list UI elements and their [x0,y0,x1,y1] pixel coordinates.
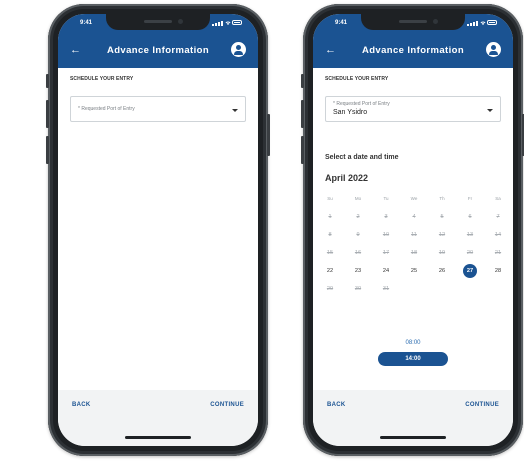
battery-icon [232,20,242,25]
calendar-day: 16 [354,250,362,256]
calendar-day: 6 [468,214,472,220]
calendar-day[interactable]: 24 [377,264,395,278]
wifi-icon [480,21,486,25]
calendar-week-row: 15 16 17 18 19 20 21 [321,246,507,260]
calendar-week-row: 29 30 31 [321,282,507,296]
battery-icon [487,20,497,25]
calendar-day-selected[interactable]: 27 [463,264,477,278]
continue-button[interactable]: CONTINUE [210,402,244,408]
page-title: Advance Information [361,45,465,56]
chevron-down-icon [232,109,238,112]
calendar-day: 17 [382,250,390,256]
time-slot[interactable]: 08:00 [405,340,420,346]
weekday-label: We [410,196,418,201]
calendar-day: 9 [356,232,360,238]
time-slot-selected[interactable]: 14:00 [378,352,448,366]
mute-switch [46,74,49,88]
calendar-day: 21 [494,250,502,256]
section-label: SCHEDULE YOUR ENTRY [325,76,389,82]
power-button [267,114,270,156]
volume-down-button [46,136,49,164]
calendar-week-row: 1 2 3 4 5 6 7 [321,210,507,224]
calendar-day: 2 [356,214,360,220]
calendar-week-row: 8 9 10 11 12 13 14 [321,228,507,242]
calendar-day[interactable]: 22 [321,264,339,278]
calendar-day: 20 [466,250,474,256]
weekday-label: Tu [383,196,389,201]
calendar-day[interactable]: 28 [489,264,507,278]
footer-bar: BACK CONTINUE [313,390,513,446]
port-of-entry-placeholder: * Requested Port of Entry [333,101,390,107]
calendar-day: 31 [382,286,390,292]
status-icons [467,20,497,26]
calendar-day: 4 [412,214,416,220]
calendar-day[interactable]: 25 [405,264,423,278]
weekday-label: Th [439,196,445,201]
calendar-day: 19 [438,250,446,256]
calendar-day: 18 [410,250,418,256]
notch [106,14,210,30]
port-of-entry-select[interactable]: * Requested Port of Entry San Ysidro [325,96,501,122]
back-button[interactable]: BACK [327,402,346,408]
calendar-day: 10 [382,232,390,238]
date-time-heading: Select a date and time [325,154,399,161]
back-button[interactable]: BACK [72,402,91,408]
phone-left: 9:41 ← Advance Information SCHEDULE YOUR… [46,4,270,456]
app-header: 9:41 ← Advance Information [313,14,513,68]
calendar-day[interactable]: 23 [349,264,367,278]
screen-right: 9:41 ← Advance Information SCHEDULE YOUR… [313,14,513,446]
calendar-day: 3 [384,214,388,220]
weekday-label: Su [327,196,333,201]
calendar-day: 5 [440,214,444,220]
volume-down-button [301,136,304,164]
screen-left: 9:41 ← Advance Information SCHEDULE YOUR… [58,14,258,446]
port-of-entry-value: San Ysidro [333,109,368,116]
weekday-header-row: Su Mo Tu We Th Fr Sa [321,192,507,206]
status-time: 9:41 [335,20,348,26]
calendar-day: 11 [411,232,417,238]
calendar-day: 1 [328,214,332,220]
calendar-day: 30 [354,286,362,292]
month-label: April 2022 [325,173,369,183]
weekday-label: Fr [467,196,473,201]
home-indicator [380,436,446,439]
section-label: SCHEDULE YOUR ENTRY [70,76,134,82]
calendar-day: 8 [328,232,332,238]
signal-icon [467,24,469,26]
calendar-day-empty [433,282,451,296]
calendar-day: 14 [494,232,502,238]
user-account-icon[interactable] [231,42,246,57]
chevron-down-icon [487,109,493,112]
calendar-week-row: 22 23 24 25 26 27 28 [321,264,507,278]
calendar-day: 12 [438,232,446,238]
calendar-day: 15 [326,250,334,256]
notch [361,14,465,30]
volume-up-button [46,100,49,128]
port-of-entry-select[interactable]: * Requested Port of Entry [70,96,246,122]
calendar-day-empty [405,282,423,296]
calendar-day: 7 [496,214,500,220]
page-title: Advance Information [106,45,210,56]
weekday-label: Mo [354,196,362,201]
calendar-day: 13 [466,232,474,238]
phone-right: 9:41 ← Advance Information SCHEDULE YOUR… [301,4,524,456]
user-account-icon[interactable] [486,42,501,57]
home-indicator [125,436,191,439]
status-icons [212,20,242,26]
port-of-entry-placeholder: * Requested Port of Entry [78,106,135,112]
calendar-day: 29 [326,286,334,292]
footer-bar: BACK CONTINUE [58,390,258,446]
calendar-day[interactable]: 26 [433,264,451,278]
weekday-label: Sa [495,196,501,201]
continue-button[interactable]: CONTINUE [465,402,499,408]
calendar-day-empty [461,282,479,296]
app-header: 9:41 ← Advance Information [58,14,258,68]
volume-up-button [301,100,304,128]
status-time: 9:41 [80,20,93,26]
wifi-icon [225,21,231,25]
mute-switch [301,74,304,88]
calendar-day-empty [489,282,507,296]
signal-icon [212,24,214,26]
